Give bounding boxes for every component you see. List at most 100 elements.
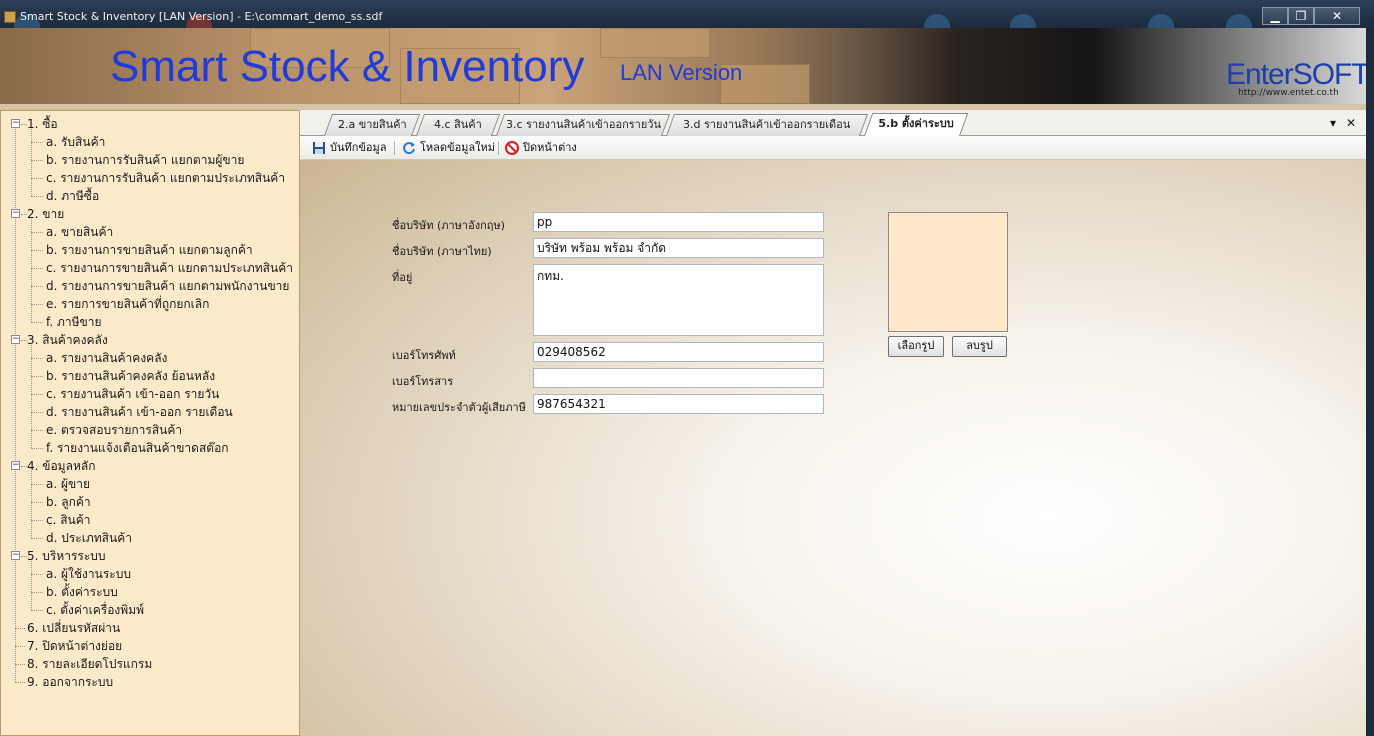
edition-label: LAN Version [620,60,743,85]
company-logo: EnterSOFT [1226,58,1366,91]
save-label: บันทึกข้อมูล [330,141,387,154]
tree-item-3-a[interactable]: a. รายงานสินค้าคงคลัง [46,349,167,367]
taskbar-glow-icon [1226,14,1252,28]
tree-group-4[interactable]: 4. ข้อมูลหลัก [27,457,95,475]
reload-button[interactable]: โหลดข้อมูลใหม่ [402,140,495,158]
tree-collapse-toggle-icon[interactable]: − [11,209,20,218]
tree-leaf-9[interactable]: 9. ออกจากระบบ [27,673,113,691]
close-button[interactable]: ✕ [1314,7,1360,25]
tree-connector [31,358,43,359]
close-window-label: ปิดหน้าต่าง [523,141,577,154]
tab-4[interactable]: 3.d รายงานสินค้าเข้าออกรายเดือน [665,114,869,136]
company-en-input[interactable] [533,212,824,232]
window-right-border [1366,28,1374,736]
brand-title: Smart Stock & Inventory [110,42,585,91]
restore-button[interactable]: ❐ [1288,7,1314,25]
tree-connector [15,682,25,683]
tree-item-4-d[interactable]: d. ประเภทสินค้า [46,529,132,547]
tree-connector [31,304,43,305]
tab-3[interactable]: 3.c รายงานสินค้าเข้าออกรายวัน [495,114,671,136]
company-th-input[interactable] [533,238,824,258]
tree-item-3-d[interactable]: d. รายงานสินค้า เข้า-ออก รายเดือน [46,403,233,421]
minimize-button[interactable]: ▁ [1262,7,1288,25]
choose-image-button[interactable]: เลือกรูป [888,336,944,357]
tree-item-3-c[interactable]: c. รายงานสินค้า เข้า-ออก รายวัน [46,385,219,403]
tree-group-2[interactable]: 2. ขาย [27,205,64,223]
tree-item-1-a[interactable]: a. รับสินค้า [46,133,105,151]
tree-connector [31,178,43,179]
taxid-input[interactable] [533,394,824,414]
tree-item-1-c[interactable]: c. รายงานการรับสินค้า แยกตามประเภทสินค้า [46,169,285,187]
tree-connector [31,196,43,197]
tree-item-2-f[interactable]: f. ภาษีขาย [46,313,102,331]
tree-item-4-c[interactable]: c. สินค้า [46,511,91,529]
tree-group-5[interactable]: 5. บริหารระบบ [27,547,106,565]
tree-item-5-a[interactable]: a. ผู้ใช้งานระบบ [46,565,131,583]
tree-collapse-toggle-icon[interactable]: − [11,119,20,128]
tree-connector [31,610,43,611]
tree-item-3-f[interactable]: f. รายงานแจ้งเตือนสินค้าขาดสต๊อก [46,439,229,457]
reload-label: โหลดข้อมูลใหม่ [420,141,496,154]
tree-item-2-b[interactable]: b. รายงานการขายสินค้า แยกตามลูกค้า [46,241,253,259]
tree-connector [31,219,32,322]
tab-close-icon[interactable]: ✕ [1346,116,1356,130]
tree-connector [15,628,25,629]
tree-item-5-b[interactable]: b. ตั้งค่าระบบ [46,583,118,601]
no-entry-icon [505,141,519,155]
close-window-button[interactable]: ปิดหน้าต่าง [505,140,577,158]
refresh-icon [403,142,415,155]
tab-label: 2.a ขายสินค้า [337,118,407,131]
tree-connector [31,160,43,161]
save-button[interactable]: บันทึกข้อมูล [312,140,387,158]
phone-input[interactable] [533,342,824,362]
tab-label: 3.d รายงานสินค้าเข้าออกรายเดือน [683,118,851,131]
tree-leaf-7[interactable]: 7. ปิดหน้าต่างย่อย [27,637,122,655]
tab-5[interactable]: 5.b ตั้งค่าระบบ [863,113,969,137]
tree-connector [15,664,25,665]
tab-1[interactable]: 2.a ขายสินค้า [323,114,421,136]
tree-connector [31,376,43,377]
tab-2[interactable]: 4.c สินค้า [415,114,501,136]
phone-label: เบอร์โทรศัพท์ [392,349,456,362]
address-label: ที่อยู่ [392,271,413,284]
tree-collapse-toggle-icon[interactable]: − [11,461,20,470]
tree-item-3-b[interactable]: b. รายงานสินค้าคงคลัง ย้อนหลัง [46,367,215,385]
tree-group-3[interactable]: 3. สินค้าคงคลัง [27,331,108,349]
tree-item-1-d[interactable]: d. ภาษีซื้อ [46,187,99,205]
tree-collapse-toggle-icon[interactable]: − [11,335,20,344]
main-content: ▾ ✕ 2.a ขายสินค้า 4.c สินค้า 3.c รายงานสิน… [300,110,1366,736]
tree-leaf-8[interactable]: 8. รายละเอียดโปรแกรม [27,655,152,673]
tree-connector [31,448,43,449]
tree-item-5-c[interactable]: c. ตั้งค่าเครื่องพิมพ์ [46,601,144,619]
tree-connector [31,430,43,431]
tree-connector [31,592,43,593]
tree-item-4-a[interactable]: a. ผู้ขาย [46,475,90,493]
taskbar-glow-icon [924,14,950,28]
tree-collapse-toggle-icon[interactable]: − [11,551,20,560]
tree-item-4-b[interactable]: b. ลูกค้า [46,493,91,511]
tree-item-3-e[interactable]: e. ตรวจสอบรายการสินค้า [46,421,182,439]
tree-item-2-d[interactable]: d. รายงานการขายสินค้า แยกตามพนักงานขาย [46,277,289,295]
delete-image-button[interactable]: ลบรูป [952,336,1007,357]
tree-item-2-e[interactable]: e. รายการขายสินค้าที่ถูกยกเลิก [46,295,209,313]
tree-connector [31,394,43,395]
tree-connector [31,268,43,269]
tree-connector [31,574,43,575]
window-title: Smart Stock & Inventory [LAN Version] - … [20,10,383,23]
tree-connector [31,142,43,143]
tree-connector [31,561,32,610]
tab-label: 3.c รายงานสินค้าเข้าออกรายวัน [505,118,661,131]
tab-list-dropdown-icon[interactable]: ▾ [1330,116,1336,130]
tree-connector [31,129,32,196]
fax-input[interactable] [533,368,824,388]
tab-strip: ▾ ✕ 2.a ขายสินค้า 4.c สินค้า 3.c รายงานสิน… [300,110,1366,137]
tree-leaf-6[interactable]: 6. เปลี่ยนรหัสผ่าน [27,619,120,637]
tree-connector [31,520,43,521]
tree-item-2-c[interactable]: c. รายงานการขายสินค้า แยกตามประเภทสินค้า [46,259,293,277]
window-titlebar: Smart Stock & Inventory [LAN Version] - … [0,0,1374,28]
address-textarea[interactable]: กทม. [533,264,824,336]
tree-connector [31,471,32,538]
tree-item-1-b[interactable]: b. รายงานการรับสินค้า แยกตามผู้ขาย [46,151,244,169]
tree-item-2-a[interactable]: a. ขายสินค้า [46,223,113,241]
tree-connector [31,538,43,539]
